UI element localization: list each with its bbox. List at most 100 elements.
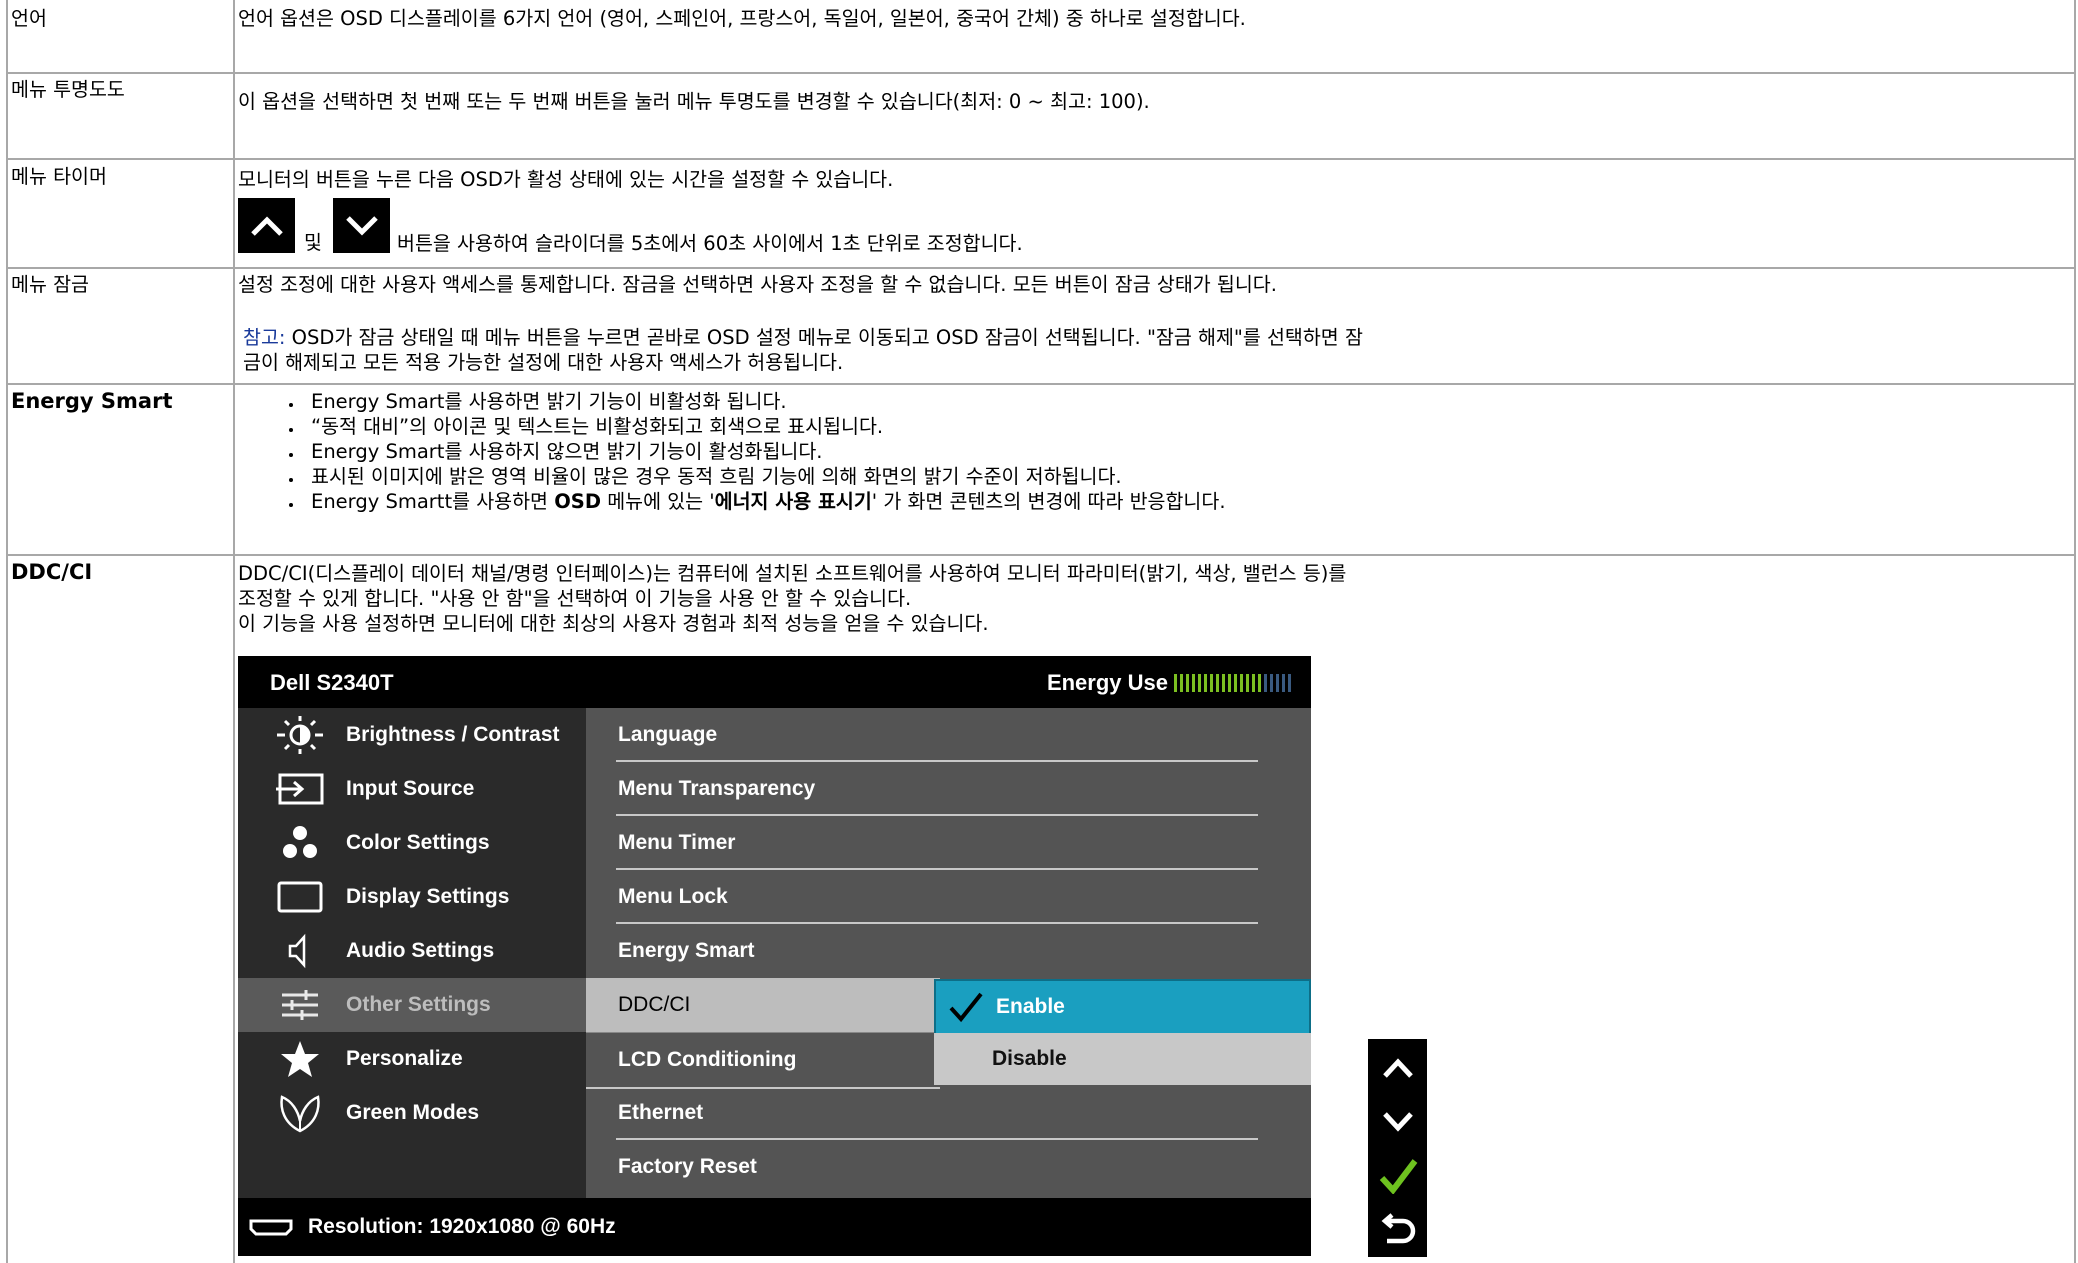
row-desc-menu-lock: 설정 조정에 대한 사용자 액세스를 통제합니다. 잠금을 선택하면 사용자 조… [238,273,1277,296]
osd-menu-label: Audio Settings [346,939,495,962]
bullet-text: 메뉴에 있는 ' [601,490,715,513]
row-label-menu-lock: 메뉴 잠금 [11,273,89,296]
osd-submenu-label: Menu Lock [618,885,728,908]
monitor-buttons-image [1368,1039,1427,1257]
hdmi-icon [249,1219,293,1236]
osd-submenu-item: Menu Lock [586,870,1286,924]
list-item: Energy Smart를 사용하면 밝기 기능이 비활성화 됩니다. [285,389,1226,414]
chevron-down-icon [345,215,378,236]
osd-menu-brightness-contrast: Brightness / Contrast [238,708,586,762]
osd-resolution: Resolution: 1920x1080 @ 60Hz [308,1215,616,1238]
osd-menu-green-modes: Green Modes [238,1086,586,1140]
energy-segment [1240,674,1243,692]
energy-segment [1192,674,1195,692]
chevron-up-icon [1382,1058,1413,1078]
energy-segment [1252,674,1255,692]
row-divider [6,383,2076,385]
osd-submenu-item-selected: DDC/CI [586,978,940,1032]
chevron-down-icon [1382,1112,1413,1132]
energy-use-meter: Energy Use [1047,670,1291,696]
energy-segment [1246,674,1249,692]
osd-menu-other-settings: Other Settings [238,978,586,1032]
osd-submenu-item: Menu Transparency [586,762,1286,816]
energy-segment [1270,674,1273,692]
row-label-energy-smart: Energy Smart [11,389,173,413]
osd-title: Dell S2340T [270,670,394,695]
osd-option-disable: Disable [934,1033,1311,1085]
note-line-2: 금이 해제되고 모든 적용 가능한 설정에 대한 사용자 액세스가 허용됩니다. [243,351,844,374]
osd-submenu-label: Ethernet [618,1101,704,1124]
row-desc-menu-transparency: 이 옵션을 선택하면 첫 번째 또는 두 번째 버튼을 눌러 메뉴 투명도를 변… [238,90,1150,113]
list-item: Energy Smart를 사용하지 않으면 밝기 기능이 활성화됩니다. [285,439,1226,464]
row-desc-ddc-ci-2: 조정할 수 있게 합니다. "사용 안 함"을 선택하여 이 기능을 사용 안 … [238,587,912,610]
osd-submenu-label: LCD Conditioning [618,1048,797,1071]
ok-button [1368,1149,1427,1203]
energy-segment [1282,674,1285,692]
energy-segment [1204,674,1207,692]
osd-option-label: Disable [992,1047,1067,1070]
energy-segment [1198,674,1201,692]
up-button-image [238,198,295,253]
osd-submenu-label: DDC/CI [618,993,691,1016]
energy-segment [1264,674,1267,692]
audio-icon [288,933,306,969]
osd-submenu-item: Factory Reset [586,1140,1286,1194]
row-label-menu-timer: 메뉴 타이머 [11,165,107,188]
osd-submenu-item: Energy Smart [586,924,1286,978]
down-button [1368,1095,1427,1149]
star-icon [281,1041,319,1077]
row-desc-menu-timer: 모니터의 버튼을 누른 다음 OSD가 활성 상태에 있는 시간을 설정할 수 … [238,168,894,191]
row-divider [6,158,2076,160]
energy-segment [1288,674,1291,692]
display-settings-icon [277,881,323,913]
osd-menu-label: Green Modes [346,1101,480,1124]
down-button-image [333,198,390,253]
row-desc-ddc-ci-3: 이 기능을 사용 설정하면 모니터에 대한 최상의 사용자 경험과 최적 성능을… [238,612,989,635]
osd-menu-label: Color Settings [346,831,490,854]
osd-menu-label: Personalize [346,1047,463,1070]
brightness-icon [277,716,323,754]
energy-segment [1216,674,1219,692]
note-text: OSD가 잠금 상태일 때 메뉴 버튼을 누르면 곧바로 OSD 설정 메뉴로 … [285,326,1363,349]
energy-segment [1174,674,1177,692]
energy-use-label: Energy Use [1046,670,1168,695]
energy-smart-list: Energy Smart를 사용하면 밝기 기능이 비활성화 됩니다. “동적 … [285,389,1226,514]
table-border-right [2074,0,2076,1263]
back-arrow-icon [1381,1213,1415,1244]
osd-submenu-item: Ethernet [586,1086,1286,1140]
osd-menu-label: Brightness / Contrast [346,723,560,746]
energy-segment [1186,674,1189,692]
green-modes-icon [280,1095,320,1133]
row-label-menu-transparency: 메뉴 투명도도 [11,78,125,101]
osd-menu-color-settings: Color Settings [238,816,586,870]
row-label-ddc-ci: DDC/CI [11,560,93,584]
osd-menu-display-settings: Display Settings [238,870,586,924]
osd-submenu-label: Language [618,723,718,746]
bullet-bold-osd: OSD [554,490,602,513]
energy-segment [1228,674,1231,692]
row-divider [6,267,2076,269]
energy-segment [1210,674,1213,692]
osd-menu-audio-settings: Audio Settings [238,924,586,978]
bullet-text: ' 가 화면 콘텐츠의 변경에 따라 반응합니다. [871,490,1226,513]
osd-menu-personalize: Personalize [238,1032,586,1086]
up-button [1368,1041,1427,1095]
row-desc-ddc-ci-1: DDC/CI(디스플레이 데이터 채널/명령 인터페이스)는 컴퓨터에 설치된 … [238,562,1347,585]
chevron-up-icon [250,215,283,236]
osd-option-label: Enable [996,995,1065,1018]
energy-segment [1222,674,1225,692]
note-line-1: 참고: OSD가 잠금 상태일 때 메뉴 버튼을 누르면 곧바로 OSD 설정 … [243,325,1363,350]
osd-submenu-item: Menu Timer [586,816,1286,870]
osd-menu-label: Input Source [346,777,475,800]
osd-submenu-item: Language [586,708,1286,762]
osd-submenu-item: LCD Conditioning [586,1032,940,1089]
osd-status-bar: Resolution: 1920x1080 @ 60Hz [238,1198,1311,1256]
table-column-divider [233,0,235,1263]
osd-menu-label: Display Settings [346,885,510,908]
osd-submenu-label: Menu Timer [618,831,736,854]
list-item: 표시된 이미지에 밝은 영역 비율이 많은 경우 동적 흐림 기능에 의해 화면… [285,464,1226,489]
row-desc-language: 언어 옵션은 OSD 디스플레이를 6가지 언어 (영어, 스페인어, 프랑스어… [238,7,1246,30]
color-settings-icon [283,826,317,858]
energy-segment [1234,674,1237,692]
back-button [1368,1203,1427,1257]
